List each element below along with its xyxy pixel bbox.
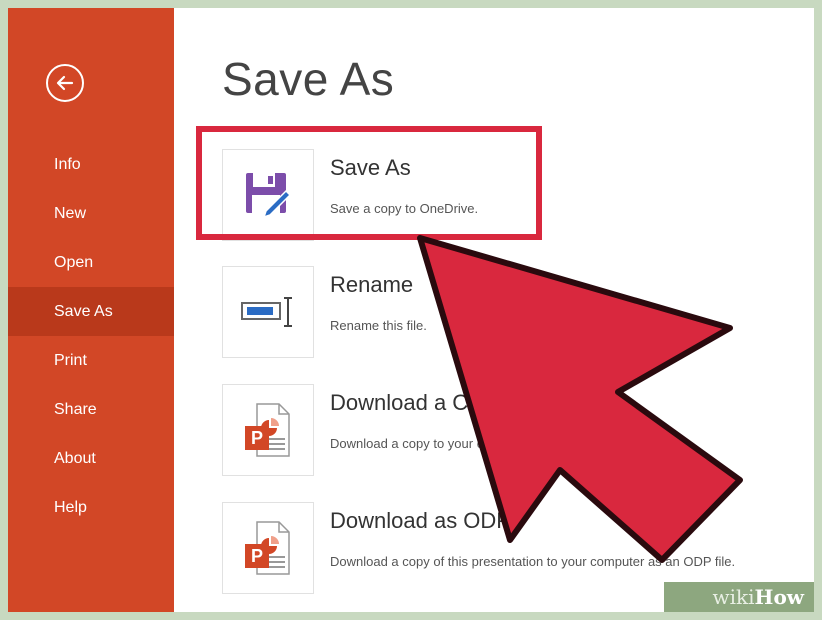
rename-option-description: Rename this file. xyxy=(330,318,427,333)
save-as-tile xyxy=(222,149,314,241)
powerpoint-file-icon: P xyxy=(245,403,290,457)
download-odp-option-title: Download as ODP xyxy=(330,508,511,533)
save-as-icon xyxy=(246,173,292,219)
save-as-option-description: Save a copy to OneDrive. xyxy=(330,201,479,216)
sidebar-item-new[interactable]: New xyxy=(8,189,174,238)
svg-text:P: P xyxy=(251,546,263,566)
sidebar-item-save-as[interactable]: Save As xyxy=(8,287,174,336)
rename-tile xyxy=(222,266,314,358)
download-odp-tile: P xyxy=(222,502,314,594)
sidebar-item-help[interactable]: Help xyxy=(8,483,174,532)
watermark-how-text: How xyxy=(754,585,804,609)
rename-option[interactable]: Rename Rename this file. xyxy=(222,266,782,360)
page-title: Save As xyxy=(222,53,395,105)
watermark-wiki-text: wiki xyxy=(712,585,755,609)
sidebar-nav: Info New Open Save As Print Share About … xyxy=(8,140,174,532)
download-copy-option-description: Download a copy to your computer. xyxy=(330,436,534,451)
wikihow-watermark: wiki How xyxy=(664,582,814,612)
app-window: Info New Open Save As Print Share About … xyxy=(8,8,814,612)
backstage-sidebar: Info New Open Save As Print Share About … xyxy=(8,8,174,612)
back-button[interactable] xyxy=(46,64,84,102)
main-content: Save As Save As Save a copy to OneDrive. xyxy=(174,8,814,612)
svg-text:P: P xyxy=(251,428,263,448)
sidebar-item-open[interactable]: Open xyxy=(8,238,174,287)
download-copy-option-title: Download a Copy xyxy=(330,390,504,415)
save-as-option-title: Save As xyxy=(330,155,411,180)
sidebar-item-print[interactable]: Print xyxy=(8,336,174,385)
save-as-option[interactable]: Save As Save a copy to OneDrive. xyxy=(222,149,782,243)
download-copy-tile: P xyxy=(222,384,314,476)
download-odp-option-description: Download a copy of this presentation to … xyxy=(330,554,736,569)
rename-option-title: Rename xyxy=(330,272,414,297)
rename-icon xyxy=(241,297,292,327)
sidebar-item-about[interactable]: About xyxy=(8,434,174,483)
download-copy-option[interactable]: P Download a Copy Download a copy to you… xyxy=(222,384,782,478)
sidebar-item-share[interactable]: Share xyxy=(8,385,174,434)
powerpoint-file-icon: P xyxy=(245,521,290,575)
sidebar-item-info[interactable]: Info xyxy=(8,140,174,189)
back-arrow-icon xyxy=(56,75,74,91)
